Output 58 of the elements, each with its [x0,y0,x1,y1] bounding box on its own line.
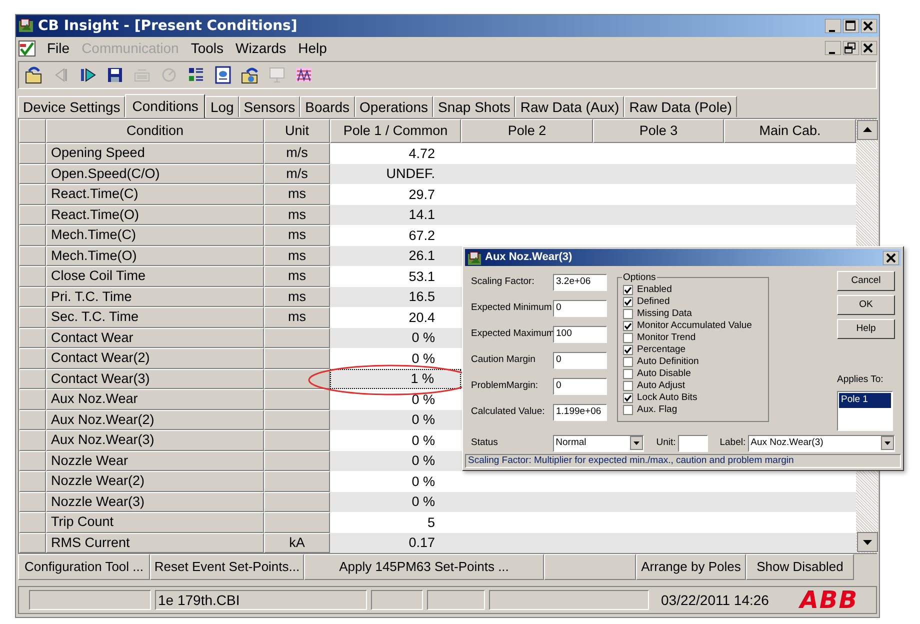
dropdown-value: Aux Noz.Wear(3) [750,436,824,450]
field-label: Calculated Value: [471,405,546,420]
table-cell: Nozzle Wear(3) [46,492,264,512]
table-cell: RMS Current [46,532,264,553]
checkbox-label: Aux. Flag [637,402,678,417]
table-cell: React.Time(O) [46,204,264,225]
table-cell: Contact Wear(3) [46,368,264,389]
checkbox-label: Defined [637,294,670,309]
list-label: Applies To: [837,373,884,387]
table-cell: ms [264,307,330,328]
table-cell: m/s [264,164,330,184]
window-title: CB Insight - [Present Conditions] [38,16,298,36]
table-cell: Nozzle Wear [46,450,264,471]
checkbox-label: Auto Definition [637,354,699,369]
table-cell: Open.Speed(C/O) [46,164,264,184]
table-cell: Contact Wear [46,328,264,348]
status-datetime: 03/22/2011 14:26 [661,590,769,610]
checkbox-label: Auto Adjust [637,378,686,393]
table-cell: ms [264,225,330,246]
checkbox-label: Enabled [637,282,672,297]
table-cell: Aux Noz.Wear(3) [46,430,264,450]
table-cell: Aux Noz.Wear [46,389,264,410]
field-label: Label: [720,436,746,450]
field-label: Scaling Factor: [471,275,536,290]
table-cell: kA [264,532,330,553]
field-label: Unit: [656,436,676,450]
table-cell: React.Time(C) [46,184,264,204]
checkbox-label: Monitor Accumulated Value [637,318,752,333]
hint-bar: Scaling Factor: Multiplier for expected min./max., caution and problem margin [465,454,901,468]
dropdown-value: Normal [556,436,586,450]
logo: ABB [800,585,858,616]
table-cell: Opening Speed [46,143,264,164]
table-cell: Pri. T.C. Time [46,286,264,307]
field-label: Status [471,436,499,450]
table-cell: ms [264,184,330,204]
checkbox-label: Monitor Trend [637,330,696,345]
table-cell: Mech.Time(C) [46,225,264,246]
field-label: ProblemMargin: [471,379,540,394]
checkbox-label: Missing Data [637,306,692,321]
table-cell: Contact Wear(2) [46,348,264,368]
table-cell: Nozzle Wear(2) [46,471,264,492]
checkbox-label: Auto Disable [637,366,691,381]
table-cell: Trip Count [46,512,264,532]
table-cell: m/s [264,143,330,164]
status-file: 1e 179th.CBI [155,590,367,610]
table-cell: ms [264,246,330,266]
table-cell: ms [264,266,330,286]
table-cell: Close Coil Time [46,266,264,286]
table-cell: Sec. T.C. Time [46,307,264,328]
table-cell: ms [264,204,330,225]
checkbox-label: Lock Auto Bits [637,390,698,405]
checkbox-label: Percentage [637,342,686,357]
table-cell: Aux Noz.Wear(2) [46,410,264,430]
table-cell: ms [264,286,330,307]
field-label: Expected Minimum [471,301,553,316]
dialog-title: Aux Noz.Wear(3) [485,250,572,266]
table-cell: Mech.Time(O) [46,246,264,266]
field-label: Caution Margin [471,353,536,368]
